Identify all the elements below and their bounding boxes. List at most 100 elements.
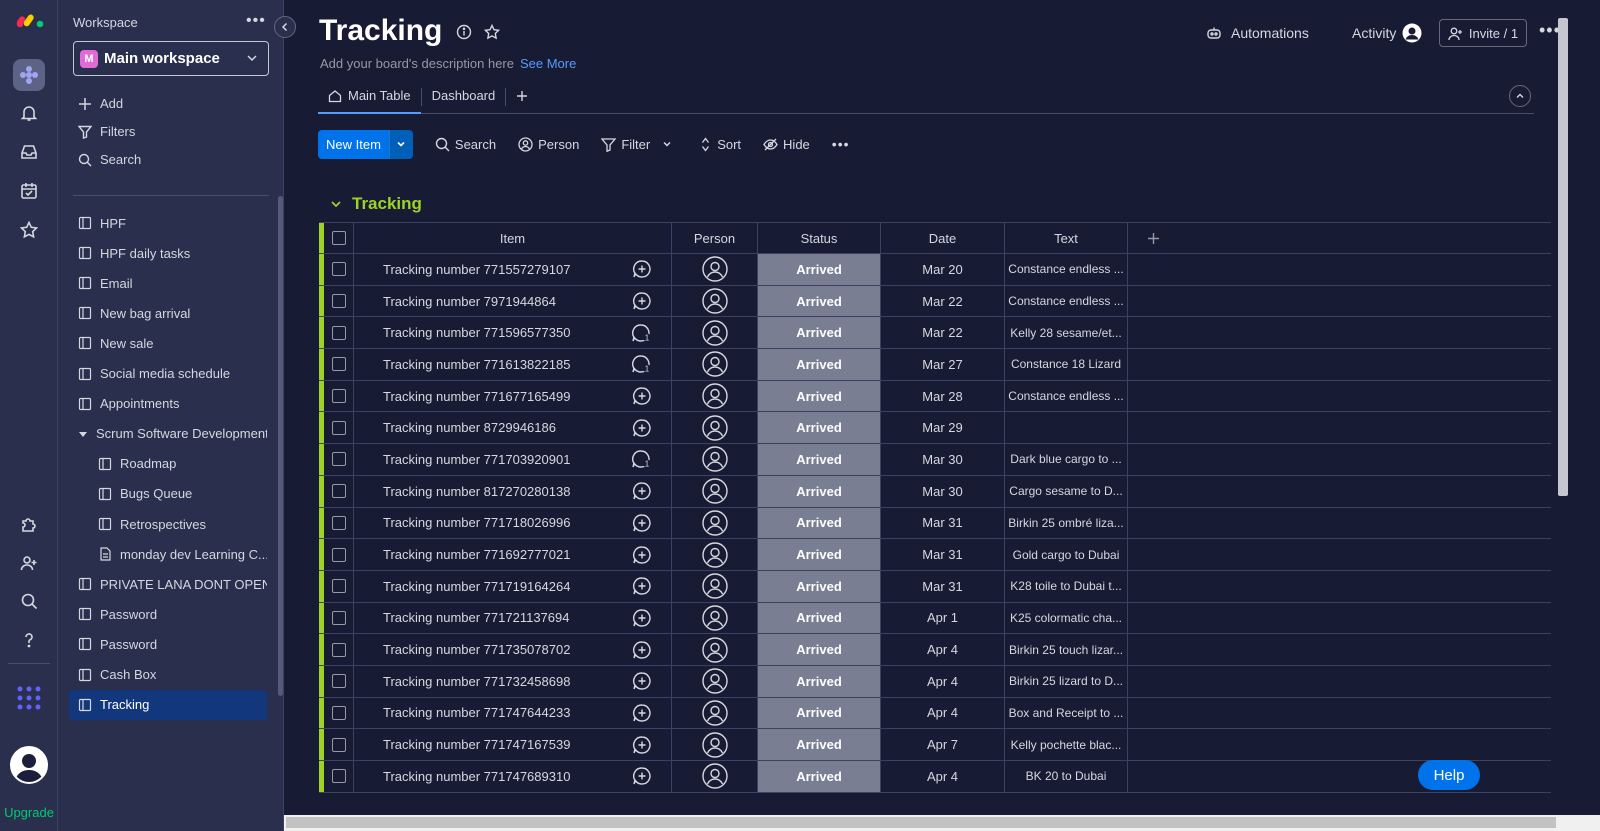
status-label[interactable]: Arrived xyxy=(758,349,880,380)
sidebar-board-item[interactable]: Scrum Software Development xyxy=(69,419,267,449)
sidebar-board-item[interactable]: New bag arrival xyxy=(69,298,267,328)
date-cell[interactable]: Mar 30 xyxy=(881,475,1005,507)
item-name-cell[interactable]: Tracking number 771735078702 xyxy=(354,634,613,665)
person-cell[interactable] xyxy=(672,602,758,634)
add-update-icon[interactable] xyxy=(632,671,652,691)
updates-cell[interactable] xyxy=(613,380,672,412)
help-question-icon[interactable] xyxy=(14,625,44,655)
row-checkbox[interactable] xyxy=(324,602,354,634)
status-cell[interactable]: Arrived xyxy=(758,317,881,349)
collapse-sidebar-button[interactable] xyxy=(274,16,296,38)
item-name[interactable]: Tracking number 771732458698 xyxy=(383,674,570,689)
activity-button[interactable]: Activity xyxy=(1352,18,1422,48)
search-everything-icon[interactable] xyxy=(14,586,44,616)
date-cell[interactable]: Mar 28 xyxy=(881,380,1005,412)
sidebar-board-item[interactable]: Password xyxy=(69,599,267,629)
person-avatar-icon[interactable] xyxy=(701,288,728,314)
person-avatar-icon[interactable] xyxy=(701,763,728,790)
status-label[interactable]: Arrived xyxy=(758,665,880,697)
row-checkbox[interactable] xyxy=(324,507,354,539)
table-row[interactable]: Tracking number 7971944864 Arrived Mar 22 C… xyxy=(319,285,1551,318)
person-cell[interactable] xyxy=(672,380,758,412)
person-avatar-icon[interactable] xyxy=(701,605,728,631)
add-update-icon[interactable] xyxy=(632,545,652,565)
person-avatar-icon[interactable] xyxy=(701,668,728,694)
status-label[interactable]: Arrived xyxy=(758,634,880,665)
person-avatar-icon[interactable] xyxy=(701,351,728,378)
sidebar-board-item[interactable]: Retrospectives xyxy=(89,509,267,539)
favorites-star-icon[interactable] xyxy=(14,215,44,245)
table-row[interactable]: Tracking number 771747689310 Arrived Apr 4… xyxy=(319,761,1551,793)
add-update-icon[interactable] xyxy=(632,291,652,311)
updates-cell[interactable] xyxy=(613,475,672,507)
date-cell[interactable]: Apr 4 xyxy=(881,697,1005,729)
person-avatar-icon[interactable] xyxy=(701,256,728,283)
status-cell[interactable]: Arrived xyxy=(758,697,881,729)
table-row[interactable]: Tracking number 771719164264 Arrived Mar 3… xyxy=(319,570,1551,603)
item-name[interactable]: Tracking number 771747167539 xyxy=(383,737,570,752)
person-cell[interactable] xyxy=(672,570,758,602)
status-cell[interactable]: Arrived xyxy=(758,570,881,602)
person-avatar-icon[interactable] xyxy=(701,541,728,568)
sidebar-board-item[interactable]: Email xyxy=(69,268,267,298)
row-checkbox[interactable] xyxy=(324,761,354,792)
table-row[interactable]: Tracking number 771718026996 Arrived Mar 3… xyxy=(319,507,1551,540)
add-update-icon[interactable] xyxy=(632,386,652,406)
help-button[interactable]: Help xyxy=(1418,760,1480,790)
my-work-calendar-icon[interactable] xyxy=(14,176,44,206)
date-cell[interactable]: Mar 20 xyxy=(881,254,1005,285)
item-name-cell[interactable]: Tracking number 771721137694 xyxy=(354,603,613,634)
updates-count-icon[interactable]: 1 xyxy=(631,354,653,374)
text-cell[interactable]: K28 toile to Dubai t... xyxy=(1005,570,1128,602)
item-name[interactable]: Tracking number 7971944864 xyxy=(383,294,556,309)
board-title[interactable]: Tracking xyxy=(319,14,442,48)
status-label[interactable]: Arrived xyxy=(758,697,880,729)
item-name[interactable]: Tracking number 817270280138 xyxy=(383,484,570,499)
text-cell[interactable]: Birkin 25 touch lizar... xyxy=(1005,634,1128,665)
person-filter-button[interactable]: Person xyxy=(518,137,579,152)
filters-button[interactable]: Filters xyxy=(78,124,135,139)
status-label[interactable]: Arrived xyxy=(758,570,880,602)
row-checkbox[interactable] xyxy=(324,539,354,570)
person-cell[interactable] xyxy=(672,539,758,570)
select-all-checkbox[interactable] xyxy=(324,223,354,253)
column-header-text[interactable]: Text xyxy=(1005,223,1128,253)
date-cell[interactable]: Mar 31 xyxy=(881,570,1005,602)
text-cell[interactable] xyxy=(1005,412,1128,444)
text-cell[interactable]: Dark blue cargo to ... xyxy=(1005,444,1128,475)
collapse-header-button[interactable] xyxy=(1509,85,1531,107)
status-cell[interactable]: Arrived xyxy=(758,634,881,665)
board-vertical-scrollbar[interactable] xyxy=(1558,18,1568,496)
text-cell[interactable]: Gold cargo to Dubai xyxy=(1005,539,1128,570)
sidebar-board-item[interactable]: Appointments xyxy=(69,389,267,419)
date-cell[interactable]: Mar 30 xyxy=(881,444,1005,475)
toolbar-more-icon[interactable]: ••• xyxy=(832,136,850,152)
table-row[interactable]: Tracking number 771557279107 Arrived Mar 2… xyxy=(319,254,1551,286)
person-avatar-icon[interactable] xyxy=(701,415,728,441)
person-cell[interactable] xyxy=(672,729,758,760)
sidebar-board-item[interactable]: New sale xyxy=(69,328,267,358)
chevron-down-icon[interactable] xyxy=(662,139,672,149)
text-cell[interactable]: Constance endless ... xyxy=(1005,254,1128,285)
add-view-button[interactable] xyxy=(506,82,538,114)
hide-button[interactable]: Hide xyxy=(763,137,810,152)
status-cell[interactable]: Arrived xyxy=(758,475,881,507)
add-button[interactable]: Add xyxy=(78,96,123,111)
add-update-icon[interactable] xyxy=(632,481,652,501)
person-cell[interactable] xyxy=(672,412,758,444)
status-cell[interactable]: Arrived xyxy=(758,665,881,697)
item-name[interactable]: Tracking number 771613822185 xyxy=(383,357,570,372)
updates-cell[interactable] xyxy=(613,634,672,665)
row-checkbox[interactable] xyxy=(324,412,354,444)
row-checkbox[interactable] xyxy=(324,349,354,380)
inbox-icon[interactable] xyxy=(14,137,44,167)
updates-cell[interactable] xyxy=(613,602,672,634)
status-label[interactable]: Arrived xyxy=(758,444,880,475)
column-header-person[interactable]: Person xyxy=(672,223,758,253)
person-avatar-icon[interactable] xyxy=(701,700,728,726)
add-update-icon[interactable] xyxy=(632,608,652,628)
filter-button[interactable]: Filter xyxy=(601,137,677,152)
updates-cell[interactable] xyxy=(613,254,672,285)
item-name-cell[interactable]: Tracking number 771747644233 xyxy=(354,698,613,729)
updates-cell[interactable] xyxy=(613,729,672,760)
